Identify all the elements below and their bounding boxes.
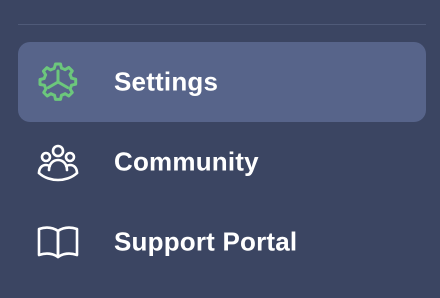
community-icon [36, 140, 80, 184]
sidebar-item-settings[interactable]: Settings [18, 42, 426, 122]
sidebar-nav: Settings Community Support Portal [18, 42, 426, 282]
sidebar-item-community[interactable]: Community [18, 122, 426, 202]
book-icon [36, 220, 80, 264]
sidebar-item-support-portal[interactable]: Support Portal [18, 202, 426, 282]
sidebar-item-label: Settings [114, 66, 219, 97]
sidebar-item-label: Community [114, 146, 259, 177]
sidebar-item-label: Support Portal [114, 226, 298, 257]
sidebar-divider [18, 24, 426, 25]
gear-icon [36, 60, 80, 104]
